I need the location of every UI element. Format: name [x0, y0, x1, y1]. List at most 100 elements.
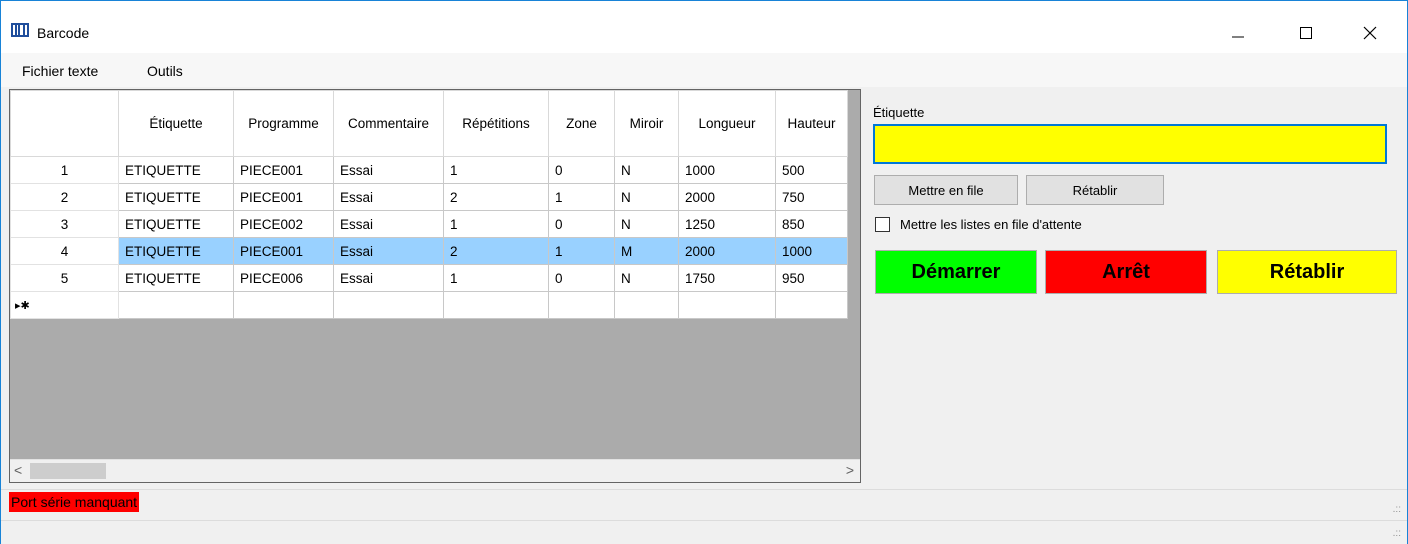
column-header-repetitions[interactable]: Répétitions — [443, 90, 549, 157]
cell-programme[interactable]: PIECE001 — [233, 183, 334, 211]
cell-zone[interactable]: 1 — [548, 237, 615, 265]
column-header-hauteur[interactable]: Hauteur — [775, 90, 848, 157]
cell-programme[interactable]: PIECE002 — [233, 210, 334, 238]
queue-lists-checkbox[interactable] — [875, 217, 890, 232]
cell-miroir[interactable]: N — [614, 264, 679, 292]
scroll-left-icon[interactable]: < — [14, 462, 22, 478]
data-grid[interactable]: Étiquette Programme Commentaire Répétiti… — [9, 89, 861, 483]
etiquette-label: Étiquette — [873, 105, 925, 120]
cell-longueur[interactable]: 1250 — [678, 210, 776, 238]
cell-commentaire[interactable] — [333, 291, 444, 319]
cell-repetitions[interactable]: 1 — [443, 156, 549, 184]
column-header-miroir[interactable]: Miroir — [614, 90, 679, 157]
table-row-selected[interactable]: 4 ETIQUETTE PIECE001 Essai 2 1 M 2000 10… — [10, 237, 848, 265]
cell-commentaire[interactable]: Essai — [333, 156, 444, 184]
menu-fichier-texte[interactable]: Fichier texte — [22, 63, 98, 79]
cell-hauteur[interactable] — [775, 291, 848, 319]
cell-repetitions[interactable] — [443, 291, 549, 319]
scroll-thumb[interactable] — [30, 463, 106, 479]
row-header-corner[interactable] — [10, 90, 119, 157]
cell-programme[interactable] — [233, 291, 334, 319]
cell-etiquette[interactable]: ETIQUETTE — [118, 237, 234, 265]
row-header[interactable]: 5 — [10, 264, 119, 292]
cell-etiquette[interactable] — [118, 291, 234, 319]
maximize-button[interactable] — [1283, 13, 1329, 53]
stop-button[interactable]: Arrêt — [1045, 250, 1207, 294]
start-button[interactable]: Démarrer — [875, 250, 1037, 294]
cell-commentaire[interactable]: Essai — [333, 264, 444, 292]
column-header-commentaire[interactable]: Commentaire — [333, 90, 444, 157]
maximize-icon — [1300, 27, 1312, 39]
cell-programme[interactable]: PIECE001 — [233, 156, 334, 184]
cell-commentaire[interactable]: Essai — [333, 237, 444, 265]
barcode-app-icon — [11, 23, 29, 37]
table-row[interactable]: 1 ETIQUETTE PIECE001 Essai 1 0 N 1000 50… — [10, 156, 848, 184]
cell-longueur[interactable]: 1000 — [678, 156, 776, 184]
row-header[interactable]: 1 — [10, 156, 119, 184]
close-icon — [1363, 26, 1377, 40]
resize-grip-icon[interactable]: .:: — [1393, 504, 1401, 515]
cell-hauteur[interactable]: 500 — [775, 156, 848, 184]
row-header[interactable]: 2 — [10, 183, 119, 211]
menu-outils[interactable]: Outils — [147, 63, 183, 79]
resize-grip-icon[interactable]: .:: — [1393, 528, 1401, 539]
reset-button[interactable]: Rétablir — [1217, 250, 1397, 294]
cell-longueur[interactable]: 1750 — [678, 264, 776, 292]
cell-zone[interactable]: 0 — [548, 210, 615, 238]
cell-zone[interactable]: 0 — [548, 264, 615, 292]
cell-programme[interactable]: PIECE001 — [233, 237, 334, 265]
cell-commentaire[interactable]: Essai — [333, 210, 444, 238]
new-row-marker-icon: ▸✱ — [10, 291, 119, 319]
table-row[interactable]: 5 ETIQUETTE PIECE006 Essai 1 0 N 1750 95… — [10, 264, 848, 292]
grid-header-row: Étiquette Programme Commentaire Répétiti… — [10, 90, 848, 157]
cell-repetitions[interactable]: 1 — [443, 210, 549, 238]
cell-miroir[interactable] — [614, 291, 679, 319]
status-divider — [1, 520, 1407, 521]
title-bar: Barcode — [1, 1, 1407, 53]
cell-etiquette[interactable]: ETIQUETTE — [118, 156, 234, 184]
cell-longueur[interactable]: 2000 — [678, 183, 776, 211]
cell-miroir[interactable]: N — [614, 156, 679, 184]
table-row[interactable]: 3 ETIQUETTE PIECE002 Essai 1 0 N 1250 85… — [10, 210, 848, 238]
close-button[interactable] — [1347, 13, 1393, 53]
cell-longueur[interactable]: 2000 — [678, 237, 776, 265]
row-header[interactable]: 3 — [10, 210, 119, 238]
cell-miroir[interactable]: N — [614, 183, 679, 211]
window-title: Barcode — [37, 25, 90, 41]
app-window: Barcode Fichier texte Outils Étiquette P… — [0, 0, 1408, 544]
cell-repetitions[interactable]: 1 — [443, 264, 549, 292]
minimize-icon — [1232, 36, 1244, 38]
cell-programme[interactable]: PIECE006 — [233, 264, 334, 292]
column-header-zone[interactable]: Zone — [548, 90, 615, 157]
reset-small-button[interactable]: Rétablir — [1026, 175, 1164, 205]
cell-hauteur[interactable]: 750 — [775, 183, 848, 211]
minimize-button[interactable] — [1215, 13, 1261, 53]
etiquette-input[interactable] — [873, 124, 1387, 164]
queue-button[interactable]: Mettre en file — [874, 175, 1018, 205]
row-header[interactable]: 4 — [10, 237, 119, 265]
status-bar: Port série manquant .:: .:: — [1, 489, 1407, 544]
column-header-etiquette[interactable]: Étiquette — [118, 90, 234, 157]
new-row[interactable]: ▸✱ — [10, 291, 848, 319]
cell-etiquette[interactable]: ETIQUETTE — [118, 264, 234, 292]
cell-zone[interactable]: 1 — [548, 183, 615, 211]
cell-miroir[interactable]: N — [614, 210, 679, 238]
horizontal-scrollbar[interactable]: < > — [10, 459, 860, 482]
column-header-longueur[interactable]: Longueur — [678, 90, 776, 157]
menu-bar: Fichier texte Outils — [1, 53, 1407, 87]
cell-repetitions[interactable]: 2 — [443, 237, 549, 265]
cell-zone[interactable]: 0 — [548, 156, 615, 184]
cell-hauteur[interactable]: 850 — [775, 210, 848, 238]
cell-longueur[interactable] — [678, 291, 776, 319]
cell-repetitions[interactable]: 2 — [443, 183, 549, 211]
cell-miroir[interactable]: M — [614, 237, 679, 265]
scroll-right-icon[interactable]: > — [846, 462, 854, 478]
table-row[interactable]: 2 ETIQUETTE PIECE001 Essai 2 1 N 2000 75… — [10, 183, 848, 211]
column-header-programme[interactable]: Programme — [233, 90, 334, 157]
cell-etiquette[interactable]: ETIQUETTE — [118, 183, 234, 211]
cell-zone[interactable] — [548, 291, 615, 319]
cell-hauteur[interactable]: 1000 — [775, 237, 848, 265]
cell-hauteur[interactable]: 950 — [775, 264, 848, 292]
cell-commentaire[interactable]: Essai — [333, 183, 444, 211]
cell-etiquette[interactable]: ETIQUETTE — [118, 210, 234, 238]
